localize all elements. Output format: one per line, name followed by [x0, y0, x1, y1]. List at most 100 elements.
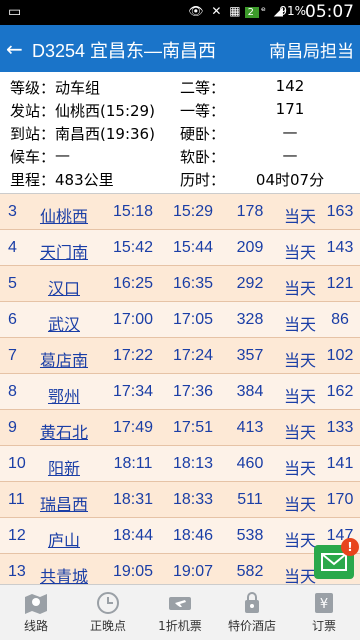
distance-km: 178	[236, 203, 264, 220]
price: 163	[326, 203, 354, 220]
info-value: 动车组	[55, 79, 101, 97]
stop-row[interactable]: 9 黄石北 17:49 17:51 413 当天 133	[0, 410, 360, 446]
info-value: —	[282, 123, 298, 141]
hotel-lock-icon	[245, 592, 259, 613]
arrival-time: 15:18	[112, 203, 154, 220]
stop-number: 4	[8, 239, 17, 256]
station-name-link[interactable]: 葛店南	[36, 347, 92, 371]
day-label: 当天	[283, 425, 316, 442]
stop-number: 13	[8, 563, 26, 580]
tab-label: 特价酒店	[227, 619, 276, 633]
departure-time: 18:33	[172, 491, 214, 508]
stop-number: 3	[8, 203, 17, 220]
distance-km: 460	[236, 455, 264, 472]
day-label: 当天	[283, 461, 316, 478]
tab-route[interactable]: 线路	[0, 585, 72, 640]
status-bar: ▭ 👁 ✕ ▦ 2 ᵉ ◢ 91% 05:07	[0, 0, 360, 25]
tab-hotel[interactable]: 特价酒店	[216, 585, 288, 640]
arrival-time: 16:25	[112, 275, 154, 292]
info-value: 南昌西(19:36)	[55, 125, 155, 143]
battery-percent: 91%	[279, 4, 306, 18]
title-bar: ← D3254 宜昌东—南昌西 南昌局担当	[0, 25, 360, 72]
stop-row[interactable]: 11 瑞昌西 18:31 18:33 511 当天 170	[0, 482, 360, 518]
info-value: —	[55, 146, 70, 164]
info-row-waiting: 候车： — 软卧： —	[0, 146, 360, 170]
stop-number: 5	[8, 275, 17, 292]
back-arrow-icon[interactable]: ←	[6, 37, 23, 61]
map-pin-icon	[25, 594, 47, 614]
price: 121	[326, 275, 354, 292]
stop-number: 12	[8, 527, 26, 544]
train-info: 等级： 动车组 二等： 142 发站： 仙桃西(15:29) 一等： 171 到…	[0, 72, 360, 194]
station-name-link[interactable]: 天门南	[36, 239, 92, 263]
tab-label: 正晚点	[89, 619, 126, 633]
stop-number: 8	[8, 383, 17, 400]
station-name-link[interactable]: 武汉	[36, 311, 92, 335]
stop-row[interactable]: 8 鄂州 17:34 17:36 384 当天 162	[0, 374, 360, 410]
stop-number: 11	[8, 491, 25, 508]
price: 162	[326, 383, 354, 400]
departure-time: 17:51	[172, 419, 214, 436]
stop-row[interactable]: 5 汉口 16:25 16:35 292 当天 121	[0, 266, 360, 302]
info-value: 04时07分	[255, 171, 325, 189]
page-title: D3254 宜昌东—南昌西	[32, 41, 217, 61]
info-row-arrival: 到站： 南昌西(19:36) 硬卧： —	[0, 123, 360, 147]
stop-row[interactable]: 7 葛店南 17:22 17:24 357 当天 102	[0, 338, 360, 374]
price: 141	[326, 455, 354, 472]
distance-km: 384	[236, 383, 264, 400]
price: 86	[331, 311, 349, 328]
notification-badge: 2	[244, 7, 259, 18]
bottom-nav: 线路 正晚点 1折机票 特价酒店 ¥ 订票	[0, 584, 360, 640]
tab-booking[interactable]: ¥ 订票	[288, 585, 360, 640]
clock: 05:07	[305, 2, 354, 22]
departure-time: 15:29	[172, 203, 214, 220]
day-label: 当天	[283, 317, 316, 334]
station-name-link[interactable]: 仙桃西	[36, 203, 92, 227]
stop-row[interactable]: 12 庐山 18:44 18:46 538 当天 147	[0, 518, 360, 554]
station-name-link[interactable]: 阳新	[36, 455, 92, 479]
info-label: 里程：	[10, 171, 56, 189]
info-row-grade: 等级： 动车组 二等： 142	[0, 77, 360, 101]
stop-number: 9	[8, 419, 17, 436]
stop-number: 7	[8, 347, 17, 364]
station-name-link[interactable]: 鄂州	[36, 383, 92, 407]
day-label: 当天	[283, 245, 316, 262]
station-name-link[interactable]: 黄石北	[36, 419, 92, 443]
distance-km: 582	[236, 563, 264, 580]
day-label: 当天	[283, 281, 316, 298]
info-label: 等级：	[10, 79, 56, 97]
arrival-time: 18:11	[113, 455, 153, 472]
distance-km: 511	[237, 491, 263, 508]
battery-value: 91%	[279, 4, 306, 18]
distance-km: 328	[236, 311, 264, 328]
tab-flight[interactable]: 1折机票	[144, 585, 216, 640]
arrival-time: 17:49	[112, 419, 154, 436]
stop-row[interactable]: 4 天门南 15:42 15:44 209 当天 143	[0, 230, 360, 266]
departure-time: 17:36	[172, 383, 214, 400]
stop-row[interactable]: 6 武汉 17:00 17:05 328 当天 86	[0, 302, 360, 338]
day-label: 当天	[283, 389, 316, 406]
tab-label: 线路	[23, 619, 48, 633]
stop-row[interactable]: 10 阳新 18:11 18:13 460 当天 141	[0, 446, 360, 482]
departure-time: 16:35	[172, 275, 214, 292]
departure-time: 19:07	[172, 563, 214, 580]
info-label: 二等：	[180, 79, 226, 97]
station-name-link[interactable]: 瑞昌西	[36, 491, 92, 515]
station-name-link[interactable]: 汉口	[36, 275, 92, 299]
station-name-link[interactable]: 庐山	[36, 527, 92, 551]
arrival-time: 15:42	[112, 239, 154, 256]
station-name-link[interactable]: 共青城	[36, 563, 92, 584]
info-label: 候车：	[10, 148, 56, 166]
status-icons: 👁 ✕ ▦ 2 ᵉ ◢	[188, 4, 285, 18]
tab-delay[interactable]: 正晚点	[72, 585, 144, 640]
stop-row[interactable]: 3 仙桃西 15:18 15:29 178 当天 163	[0, 194, 360, 230]
price: 102	[326, 347, 354, 364]
yen-ticket-icon: ¥	[315, 593, 333, 613]
departure-time: 17:24	[172, 347, 214, 364]
stop-row[interactable]: 13共青城19:0519:07582当天130	[0, 554, 360, 584]
price: 170	[326, 491, 354, 508]
info-value: 171	[275, 100, 305, 118]
stops-list[interactable]: 3 仙桃西 15:18 15:29 178 当天 163 4 天门南 15:42 15:44 209 当…	[0, 194, 360, 584]
arrival-time: 17:34	[112, 383, 154, 400]
info-label: 一等：	[180, 102, 226, 120]
